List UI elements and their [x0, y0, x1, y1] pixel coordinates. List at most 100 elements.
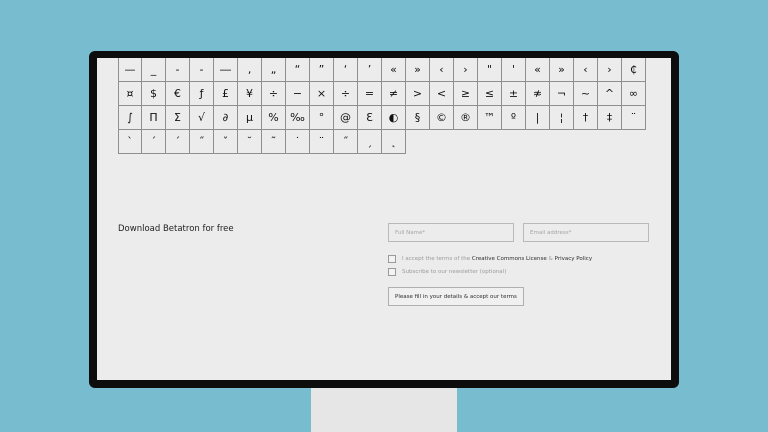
glyph-cell[interactable]: ― — [214, 58, 238, 82]
glyph-cell[interactable]: " — [478, 58, 502, 82]
full-name-input[interactable]: Full Name* — [388, 223, 514, 242]
creative-commons-link[interactable]: Creative Commons License — [472, 256, 547, 262]
glyph-cell[interactable]: ƒ — [190, 82, 214, 106]
terms-checkbox[interactable] — [388, 255, 396, 263]
glyph-cell[interactable]: ‰ — [286, 106, 310, 130]
glyph-cell[interactable]: ∂ — [214, 106, 238, 130]
terms-prefix: I accept the terms of the — [402, 256, 471, 262]
glyph-cell[interactable]: § — [406, 106, 430, 130]
full-name-placeholder: Full Name* — [395, 229, 426, 236]
glyph-cell[interactable]: ˜ — [262, 130, 286, 154]
glyph-cell[interactable]: › — [454, 58, 478, 82]
glyph-cell[interactable]: > — [406, 82, 430, 106]
glyph-cell[interactable]: @ — [334, 106, 358, 130]
glyph-cell[interactable]: € — [166, 82, 190, 106]
newsletter-checkbox[interactable] — [388, 268, 396, 276]
glyph-cell[interactable]: ” — [310, 58, 334, 82]
glyph-cell[interactable]: % — [262, 106, 286, 130]
glyph-cell[interactable]: † — [574, 106, 598, 130]
glyph-row: — _ ‐ ‑ ― ‚ „ “” ‘’ «» ‹ › " ' «» ‹ › ₵ — [118, 58, 646, 82]
glyph-cell[interactable]: ˛ — [382, 130, 406, 154]
glyph-cell[interactable]: ˝ — [334, 130, 358, 154]
glyph-cell[interactable]: ≤ — [478, 82, 502, 106]
glyph-cell[interactable]: ` — [118, 130, 142, 154]
glyph-cell[interactable]: ₵ — [622, 58, 646, 82]
download-title: Download Betatron for free — [118, 224, 234, 234]
glyph-cell[interactable]: ™ — [478, 106, 502, 130]
glyph-cell[interactable]: « — [382, 58, 406, 82]
glyph-cell[interactable]: „ — [262, 58, 286, 82]
newsletter-label: Subscribe to our newsletter (optional) — [402, 269, 507, 275]
glyph-cell[interactable]: ° — [310, 106, 334, 130]
terms-amp: & — [548, 256, 553, 262]
glyph-cell[interactable]: ˙ — [286, 130, 310, 154]
glyph-cell[interactable]: ¥ — [238, 82, 262, 106]
glyph-cell[interactable]: √ — [190, 106, 214, 130]
glyph-cell[interactable]: Π — [142, 106, 166, 130]
glyph-cell[interactable]: ¦ — [550, 106, 574, 130]
glyph-cell[interactable]: ‚ — [238, 58, 262, 82]
monitor-screen: — _ ‐ ‑ ― ‚ „ “” ‘’ «» ‹ › " ' «» ‹ › ₵ ¤ $ € ƒ £ ¥ ÷ − × ÷ = ≠ > < ≥ ≤ ± ≉… — [97, 58, 671, 380]
glyph-cell[interactable]: ‐ — [166, 58, 190, 82]
glyph-cell[interactable]: ^ — [598, 82, 622, 106]
email-placeholder: Email address* — [530, 229, 572, 236]
glyph-cell[interactable]: | — [526, 106, 550, 130]
glyph-cell[interactable]: _ — [142, 58, 166, 82]
glyph-cell[interactable]: ‘ — [334, 58, 358, 82]
glyph-cell[interactable]: ˇ — [214, 130, 238, 154]
glyph-cell[interactable]: › — [598, 58, 622, 82]
glyph-cell[interactable]: − — [286, 82, 310, 106]
glyph-cell[interactable]: Ɛ — [358, 106, 382, 130]
glyph-cell[interactable]: ≠ — [382, 82, 406, 106]
glyph-cell[interactable]: ˊ — [166, 130, 190, 154]
glyph-cell[interactable]: ˏ — [358, 130, 382, 154]
glyph-cell[interactable]: ‹ — [430, 58, 454, 82]
glyph-row: ` ´ ˊ ˝ ˇ ˘ ˜ ˙ ¨ ˝ ˏ ˛ — [118, 130, 646, 154]
terms-checkbox-row[interactable]: I accept the terms of the Creative Commo… — [388, 255, 592, 263]
submit-button[interactable]: Please fill in your details & accept our… — [388, 287, 524, 306]
glyph-cell[interactable]: ´ — [142, 130, 166, 154]
glyph-cell[interactable]: ÷ — [262, 82, 286, 106]
glyph-cell[interactable]: ˝ — [190, 130, 214, 154]
monitor-stand — [311, 388, 457, 432]
glyph-cell[interactable]: £ — [214, 82, 238, 106]
glyph-cell[interactable]: ~ — [574, 82, 598, 106]
glyph-cell[interactable]: » — [406, 58, 430, 82]
glyph-cell[interactable]: ˘ — [238, 130, 262, 154]
glyph-cell[interactable]: ’ — [358, 58, 382, 82]
glyph-cell[interactable]: ≉ — [526, 82, 550, 106]
glyph-cell[interactable]: ÷ — [334, 82, 358, 106]
glyph-cell[interactable]: µ — [238, 106, 262, 130]
glyph-cell[interactable]: ‑ — [190, 58, 214, 82]
glyph-cell[interactable]: ¨ — [310, 130, 334, 154]
glyph-cell[interactable]: ◐ — [382, 106, 406, 130]
glyph-cell[interactable]: « — [526, 58, 550, 82]
privacy-policy-link[interactable]: Privacy Policy — [555, 256, 592, 262]
glyph-cell[interactable]: ‹ — [574, 58, 598, 82]
glyph-cell[interactable]: ¤ — [118, 82, 142, 106]
glyph-cell[interactable]: © — [430, 106, 454, 130]
glyph-row: ¤ $ € ƒ £ ¥ ÷ − × ÷ = ≠ > < ≥ ≤ ± ≉ ¬ ~ ^ ∞ — [118, 82, 646, 106]
glyph-cell[interactable]: ¬ — [550, 82, 574, 106]
glyph-cell[interactable]: < — [430, 82, 454, 106]
glyph-cell[interactable]: ∫ — [118, 106, 142, 130]
glyph-row: ∫ Π Σ √ ∂ µ% ‰ ° @ Ɛ ◐ § © ® ™ º | ¦ † ‡ ¨ — [118, 106, 646, 130]
glyph-cell[interactable]: » — [550, 58, 574, 82]
glyph-cell[interactable]: ± — [502, 82, 526, 106]
glyph-cell[interactable]: ® — [454, 106, 478, 130]
glyph-cell[interactable]: ∞ — [622, 82, 646, 106]
glyph-cell[interactable]: “ — [286, 58, 310, 82]
glyph-cell[interactable]: × — [310, 82, 334, 106]
glyph-grid: — _ ‐ ‑ ― ‚ „ “” ‘’ «» ‹ › " ' «» ‹ › ₵ ¤ $ € ƒ £ ¥ ÷ − × ÷ = ≠ > < ≥ ≤ ± ≉… — [118, 58, 646, 154]
glyph-cell[interactable]: ≥ — [454, 82, 478, 106]
glyph-cell[interactable]: Σ — [166, 106, 190, 130]
email-input[interactable]: Email address* — [523, 223, 649, 242]
glyph-cell[interactable]: ‡ — [598, 106, 622, 130]
glyph-cell[interactable]: $ — [142, 82, 166, 106]
newsletter-checkbox-row[interactable]: Subscribe to our newsletter (optional) — [388, 268, 506, 276]
glyph-cell[interactable]: = — [358, 82, 382, 106]
glyph-cell[interactable]: º — [502, 106, 526, 130]
glyph-cell[interactable]: ¨ — [622, 106, 646, 130]
glyph-cell[interactable]: ' — [502, 58, 526, 82]
glyph-cell[interactable]: — — [118, 58, 142, 82]
